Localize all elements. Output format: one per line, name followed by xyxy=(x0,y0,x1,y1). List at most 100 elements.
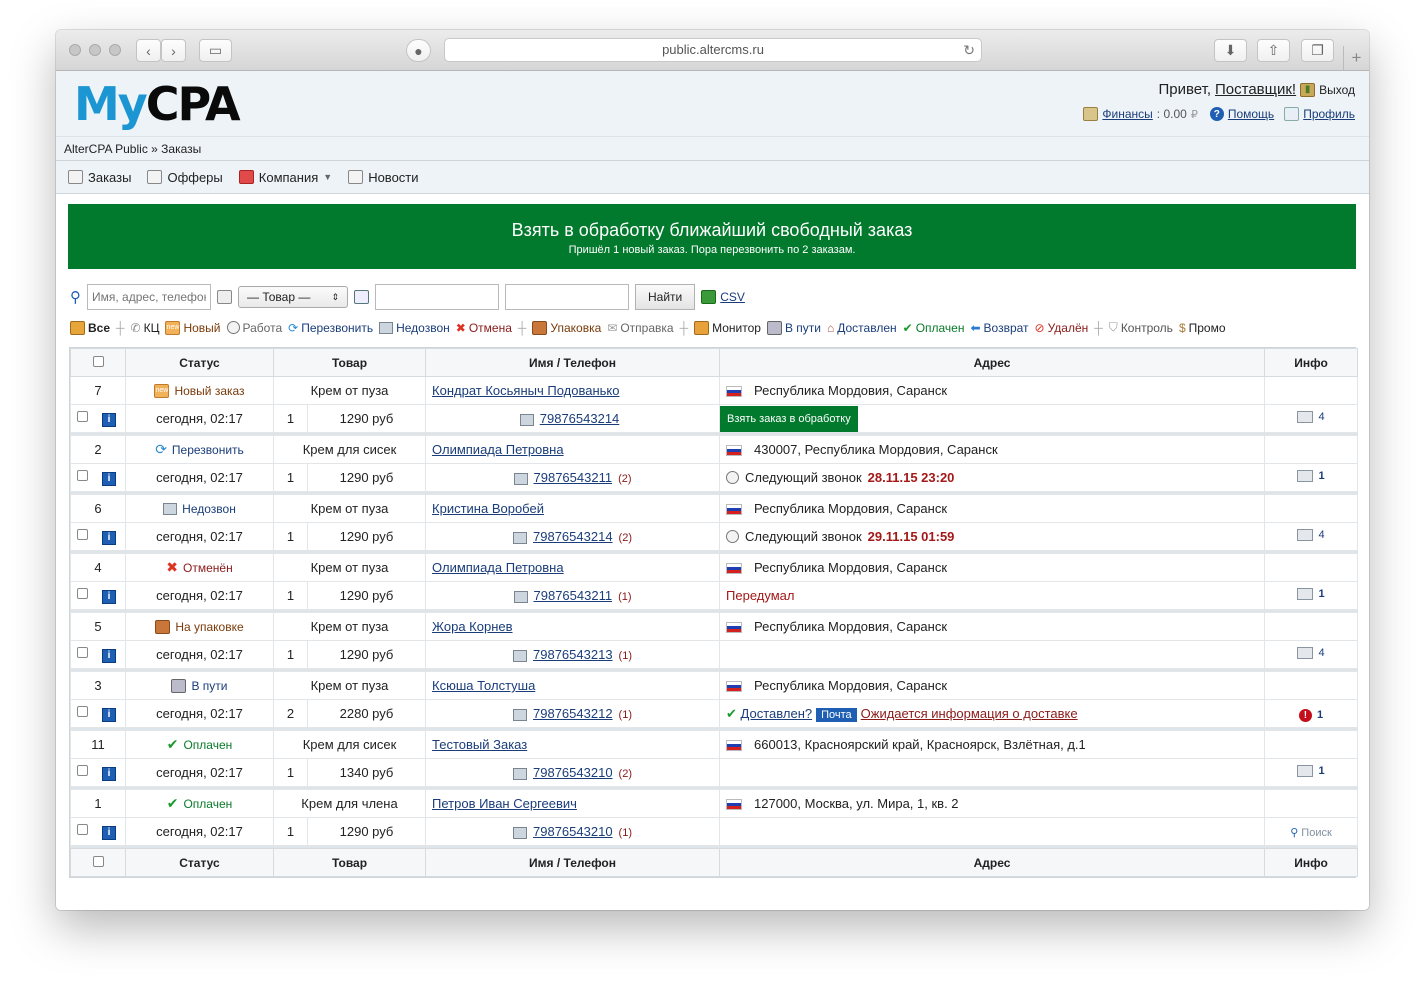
info-icon[interactable]: i xyxy=(102,766,116,781)
status-recall[interactable]: ⟳ Перезвонить xyxy=(288,321,373,335)
phone-icon xyxy=(513,590,528,603)
status-control[interactable]: ⛉ Контроль xyxy=(1109,320,1173,335)
customer-name-link[interactable]: Олимпиада Петровна xyxy=(432,560,564,575)
comments-count[interactable]: 4 xyxy=(1297,647,1325,659)
help-link[interactable]: Помощь xyxy=(1228,107,1274,121)
share-icon[interactable]: ⇧ xyxy=(1257,39,1290,62)
phone-link[interactable]: 79876543210 xyxy=(533,765,613,780)
status-kc[interactable]: ✆ КЦ xyxy=(131,321,160,335)
product-select[interactable]: — Товар — ⇕ xyxy=(238,286,348,308)
download-icon[interactable]: ⬇ xyxy=(1214,39,1247,62)
date-icon[interactable] xyxy=(354,290,369,304)
menu-company[interactable]: Компания ▼ xyxy=(238,170,332,185)
date-to-input[interactable] xyxy=(505,284,629,310)
phone-link[interactable]: 79876543211 xyxy=(534,588,613,603)
row-checkbox[interactable] xyxy=(77,765,88,777)
search-input[interactable] xyxy=(87,284,211,310)
status-all[interactable]: Все xyxy=(70,320,110,335)
status-pack[interactable]: Упаковка xyxy=(532,320,601,335)
calendar-icon[interactable] xyxy=(217,290,232,304)
phone-link[interactable]: 79876543211 xyxy=(534,470,613,485)
customer-name-link[interactable]: Кондрат Косьяныч Подованько xyxy=(432,383,619,398)
zoom-window-button[interactable] xyxy=(109,44,121,56)
privacy-icon[interactable]: ● xyxy=(406,39,431,62)
call-count: (1) xyxy=(618,591,632,603)
logout-link[interactable]: Выход xyxy=(1319,83,1355,97)
status-cancel[interactable]: ✖ Отмена xyxy=(456,321,512,335)
menu-offers[interactable]: Офферы xyxy=(147,170,223,185)
comments-count[interactable]: 1 xyxy=(1297,588,1325,600)
table-footer: Статус Товар Имя / Телефон Адрес Инфо xyxy=(70,848,1359,877)
user-link[interactable]: Поставщик! xyxy=(1215,81,1296,98)
customer-name-link[interactable]: Петров Иван Сергеевич xyxy=(432,796,577,811)
delivered-link[interactable]: Доставлен? xyxy=(741,706,813,721)
row-checkbox[interactable] xyxy=(77,470,88,482)
comments-count[interactable]: 1 xyxy=(1297,765,1325,777)
customer-name-link[interactable]: Жора Корнев xyxy=(432,619,513,634)
status-paid[interactable]: ✔ Оплачен xyxy=(903,321,965,335)
row-checkbox[interactable] xyxy=(77,411,88,423)
info-icon[interactable]: i xyxy=(102,648,116,663)
row-checkbox[interactable] xyxy=(77,824,88,836)
alert-count[interactable]: ! 1 xyxy=(1298,708,1323,722)
take-order-button[interactable]: Взять заказ в обработку xyxy=(720,405,858,432)
status-work[interactable]: Работа xyxy=(226,321,282,335)
customer-name-link[interactable]: Олимпиада Петровна xyxy=(432,442,564,457)
logo[interactable]: MyCPA xyxy=(74,79,241,129)
select-all-checkbox[interactable] xyxy=(92,355,104,367)
phone-link[interactable]: 79876543214 xyxy=(533,529,613,544)
status-deleted[interactable]: ⊘ Удалён xyxy=(1035,321,1089,335)
status-new[interactable]: new Новый xyxy=(165,320,221,335)
phone-link[interactable]: 79876543212 xyxy=(533,706,613,721)
comments-count[interactable]: 4 xyxy=(1297,529,1325,541)
csv-link[interactable]: CSV xyxy=(701,290,745,304)
close-window-button[interactable] xyxy=(69,44,81,56)
menu-orders[interactable]: Заказы xyxy=(68,170,131,185)
sidebar-icon[interactable]: ▭ xyxy=(199,39,232,62)
status-cell: На упаковке xyxy=(125,612,274,641)
comments-count[interactable]: 1 xyxy=(1297,470,1325,482)
row-checkbox[interactable] xyxy=(77,529,88,541)
info-icon[interactable]: i xyxy=(102,825,116,840)
status-send[interactable]: ✉ Отправка xyxy=(607,321,673,335)
forward-icon[interactable]: › xyxy=(161,39,186,62)
select-all-checkbox[interactable] xyxy=(92,855,104,867)
reload-icon[interactable]: ↻ xyxy=(963,39,975,61)
info-icon[interactable]: i xyxy=(102,707,116,722)
row-checkbox[interactable] xyxy=(77,706,88,718)
date-from-input[interactable] xyxy=(375,284,499,310)
info-icon[interactable]: i xyxy=(102,530,116,545)
take-order-banner[interactable]: Взять в обработку ближайший свободный за… xyxy=(68,204,1356,269)
url-bar[interactable]: public.altercms.ru ↻ xyxy=(444,38,982,62)
minimize-window-button[interactable] xyxy=(89,44,101,56)
status-return[interactable]: ⬅ Возврат xyxy=(970,321,1028,335)
finance-link[interactable]: Финансы xyxy=(1102,107,1152,121)
customer-name-link[interactable]: Ксюша Толстуша xyxy=(432,678,535,693)
tabs-icon[interactable]: ❐ xyxy=(1301,39,1334,62)
check-icon: ✔ xyxy=(166,736,179,752)
status-onway[interactable]: В пути xyxy=(766,320,821,335)
find-button[interactable]: Найти xyxy=(635,284,696,310)
status-promo[interactable]: $ Промо xyxy=(1179,321,1226,335)
status-delivered[interactable]: ⌂ Доставлен xyxy=(827,321,897,335)
info-icon[interactable]: i xyxy=(102,412,116,427)
delivery-info-link[interactable]: Ожидается информация о доставке xyxy=(861,706,1078,721)
row-checkbox[interactable] xyxy=(77,588,88,600)
row-checkbox[interactable] xyxy=(77,647,88,659)
info-icon[interactable]: i xyxy=(102,471,116,486)
new-tab-icon[interactable]: + xyxy=(1343,46,1369,71)
status-monitor[interactable]: Монитор xyxy=(694,320,761,335)
phone-link[interactable]: 79876543210 xyxy=(533,824,613,839)
comments-count[interactable]: 4 xyxy=(1297,411,1325,423)
back-icon[interactable]: ‹ xyxy=(136,39,161,62)
search-link[interactable]: ⚲ Поиск xyxy=(1290,826,1332,840)
status-noanswer[interactable]: Недозвон xyxy=(379,321,450,335)
profile-link[interactable]: Профиль xyxy=(1303,107,1355,121)
info-icon[interactable]: i xyxy=(102,589,116,604)
customer-name-link[interactable]: Тестовый Заказ xyxy=(432,737,527,752)
menu-news[interactable]: Новости xyxy=(348,170,419,185)
phone-link[interactable]: 79876543213 xyxy=(533,647,613,662)
phone-link[interactable]: 79876543214 xyxy=(540,411,620,426)
customer-name-link[interactable]: Кристина Воробей xyxy=(432,501,544,516)
next-call-time: 28.11.15 23:20 xyxy=(867,470,955,485)
